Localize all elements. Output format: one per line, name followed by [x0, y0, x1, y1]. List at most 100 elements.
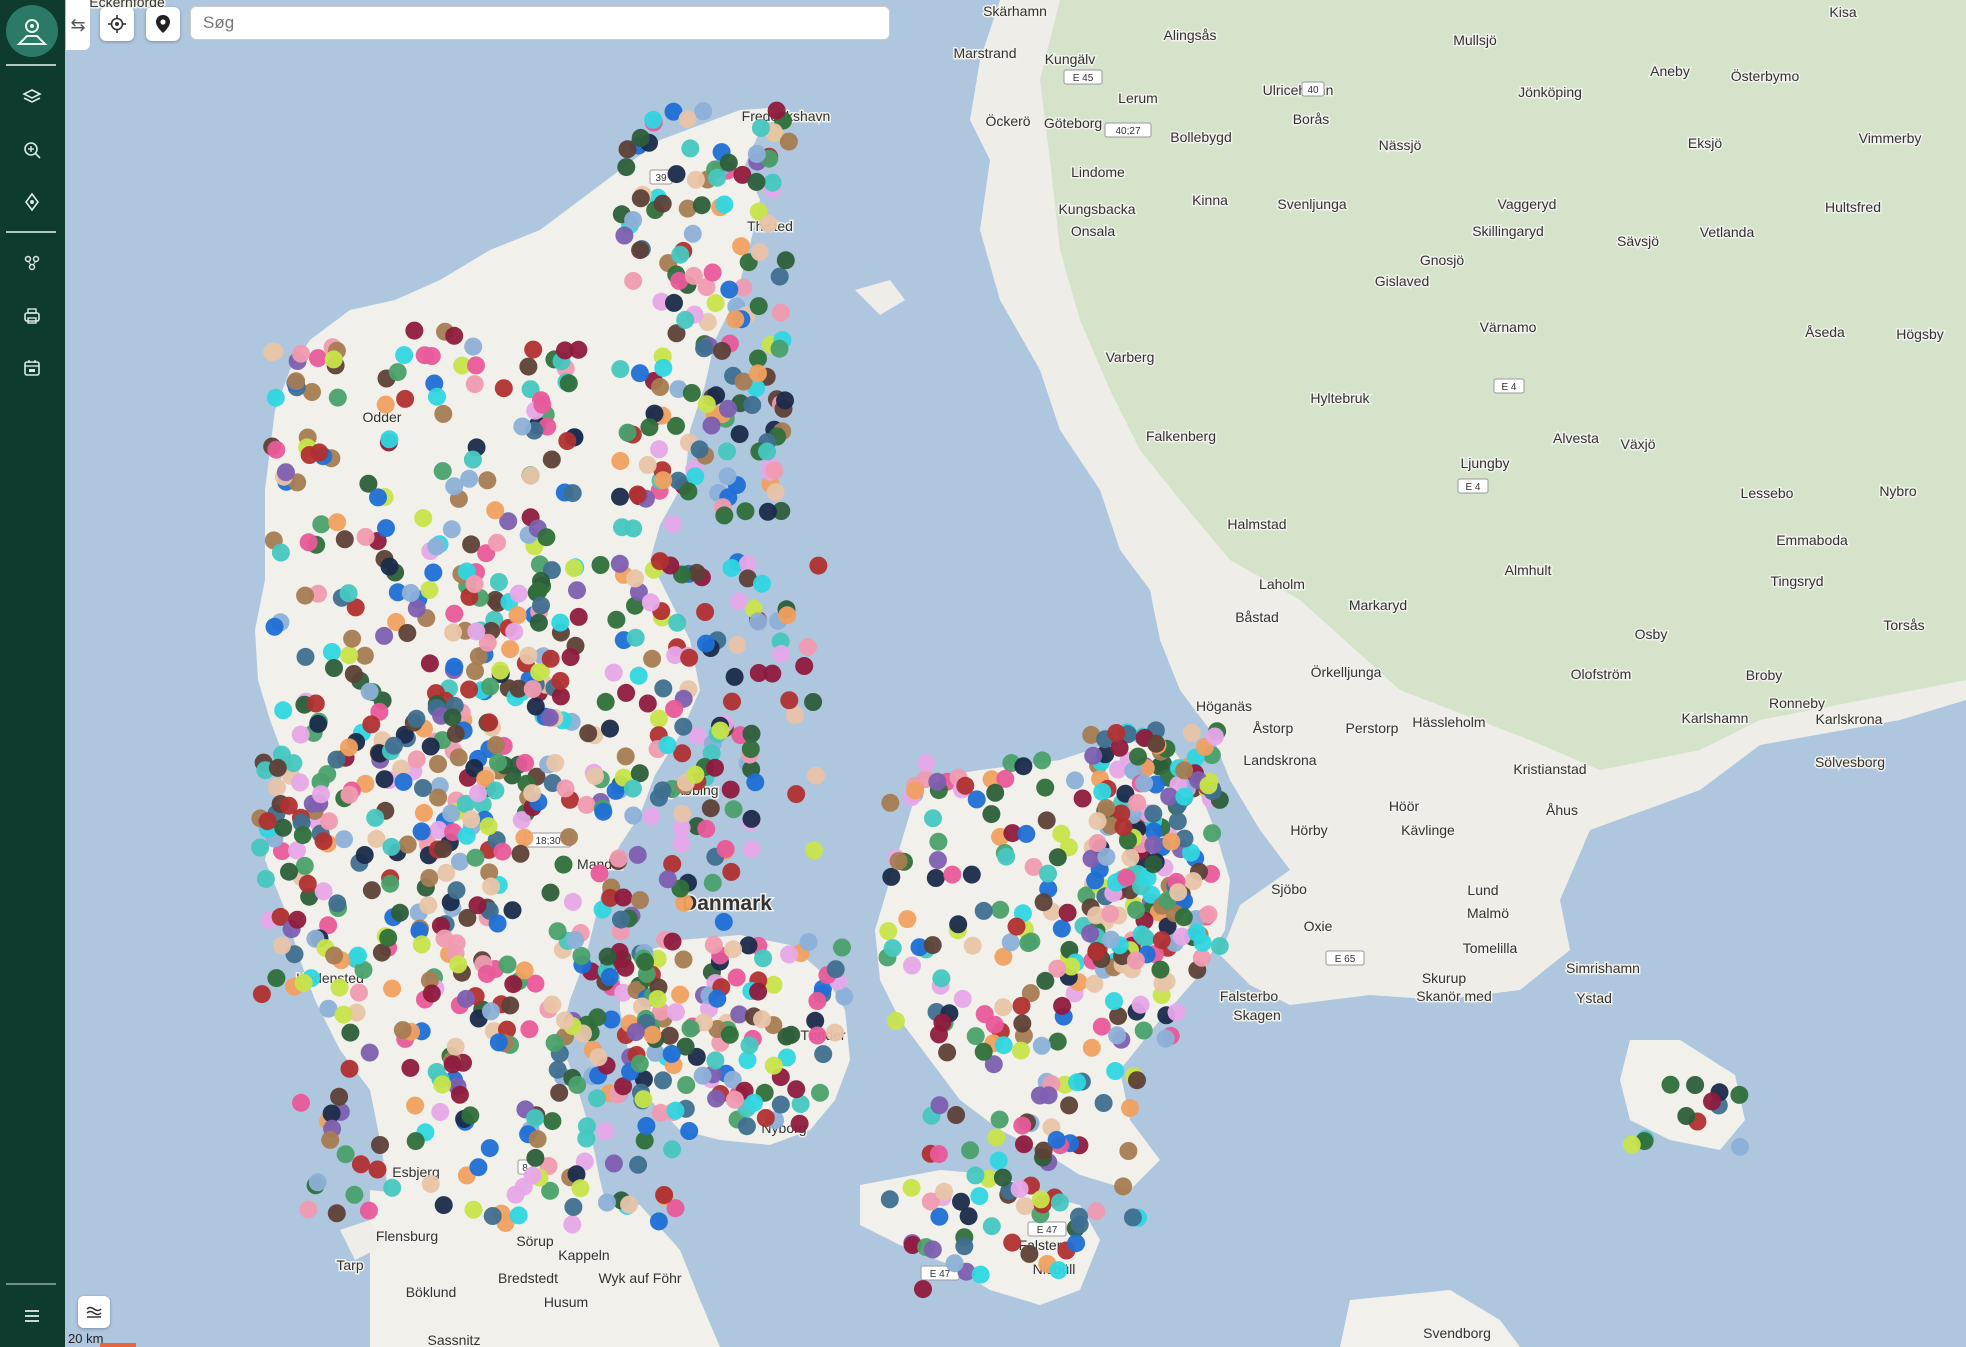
poi-marker[interactable] — [309, 349, 327, 368]
poi-marker[interactable] — [668, 613, 687, 632]
poi-marker[interactable] — [560, 828, 578, 847]
poi-marker[interactable] — [306, 694, 325, 713]
poi-marker[interactable] — [917, 753, 936, 772]
poi-marker[interactable] — [324, 350, 343, 369]
poi-marker[interactable] — [375, 626, 394, 645]
poi-marker[interactable] — [641, 593, 660, 612]
poi-marker[interactable] — [1108, 1026, 1127, 1045]
poi-marker[interactable] — [590, 864, 609, 883]
poi-marker[interactable] — [498, 955, 517, 974]
poi-marker[interactable] — [609, 849, 628, 868]
poi-marker[interactable] — [596, 1122, 615, 1141]
poi-marker[interactable] — [469, 784, 488, 803]
poi-marker[interactable] — [344, 665, 363, 683]
poi-marker[interactable] — [393, 1021, 412, 1040]
poi-marker[interactable] — [624, 211, 643, 229]
poi-marker[interactable] — [640, 418, 659, 437]
zoom-search-icon[interactable] — [12, 130, 52, 170]
poi-marker[interactable] — [434, 840, 453, 858]
poi-marker[interactable] — [362, 881, 381, 900]
poi-marker[interactable] — [994, 1036, 1013, 1055]
poi-marker[interactable] — [686, 170, 705, 189]
poi-marker[interactable] — [629, 666, 648, 685]
poi-marker[interactable] — [359, 1201, 378, 1220]
poi-marker[interactable] — [462, 535, 481, 554]
poi-marker[interactable] — [726, 310, 745, 329]
poi-marker[interactable] — [962, 865, 981, 884]
poi-marker[interactable] — [1039, 864, 1057, 883]
poi-marker[interactable] — [719, 399, 737, 418]
poi-marker[interactable] — [811, 1083, 829, 1102]
poi-marker[interactable] — [742, 724, 761, 743]
swap-arrows-icon[interactable]: ⇆ — [66, 0, 90, 50]
poi-marker[interactable] — [330, 978, 349, 997]
poi-marker[interactable] — [630, 764, 649, 783]
poi-marker[interactable] — [519, 357, 538, 376]
poi-marker[interactable] — [600, 968, 619, 986]
map-pin-icon[interactable] — [146, 7, 180, 41]
poi-marker[interactable] — [486, 501, 505, 520]
poi-marker[interactable] — [814, 1045, 833, 1064]
poi-marker[interactable] — [613, 518, 631, 537]
poi-marker[interactable] — [989, 1151, 1008, 1170]
poi-marker[interactable] — [267, 969, 286, 988]
poi-marker[interactable] — [655, 1186, 674, 1204]
poi-marker[interactable] — [1199, 905, 1218, 924]
poi-marker[interactable] — [1199, 776, 1218, 795]
poi-marker[interactable] — [1144, 835, 1163, 854]
poi-marker[interactable] — [991, 900, 1010, 919]
poi-marker[interactable] — [930, 1096, 949, 1115]
poi-marker[interactable] — [666, 1101, 685, 1120]
poi-marker[interactable] — [559, 374, 578, 393]
poi-marker[interactable] — [477, 964, 496, 983]
poi-marker[interactable] — [758, 442, 777, 461]
poi-marker[interactable] — [508, 606, 527, 625]
poi-marker[interactable] — [961, 1141, 980, 1160]
poi-marker[interactable] — [737, 1117, 756, 1136]
poi-marker[interactable] — [273, 936, 291, 955]
poi-marker[interactable] — [742, 840, 761, 859]
poi-marker[interactable] — [546, 754, 565, 772]
poi-marker[interactable] — [577, 1117, 596, 1136]
poi-marker[interactable] — [384, 736, 403, 755]
poi-marker[interactable] — [1121, 848, 1140, 867]
poi-marker[interactable] — [626, 628, 645, 647]
poi-marker[interactable] — [556, 779, 575, 798]
poi-marker[interactable] — [654, 1071, 672, 1090]
poi-marker[interactable] — [379, 928, 398, 947]
poi-marker[interactable] — [611, 452, 630, 470]
poi-marker[interactable] — [526, 1109, 545, 1127]
poi-marker[interactable] — [480, 1139, 499, 1158]
poi-marker[interactable] — [629, 1155, 648, 1174]
poi-marker[interactable] — [540, 708, 559, 727]
poi-marker[interactable] — [730, 425, 749, 444]
poi-marker[interactable] — [1174, 908, 1193, 927]
poi-marker[interactable] — [721, 780, 740, 799]
poi-marker[interactable] — [299, 533, 318, 552]
poi-marker[interactable] — [929, 832, 948, 851]
poi-marker[interactable] — [298, 874, 317, 893]
poi-marker[interactable] — [649, 1212, 668, 1231]
poi-marker[interactable] — [429, 755, 447, 773]
poi-marker[interactable] — [1012, 996, 1031, 1015]
poi-marker[interactable] — [945, 1254, 964, 1273]
poi-marker[interactable] — [401, 1058, 420, 1077]
poi-marker[interactable] — [577, 795, 596, 814]
poi-marker[interactable] — [663, 855, 682, 873]
poi-marker[interactable] — [648, 990, 667, 1009]
poi-marker[interactable] — [628, 485, 647, 504]
poi-marker[interactable] — [651, 552, 669, 571]
poi-marker[interactable] — [667, 165, 686, 184]
poi-marker[interactable] — [1081, 924, 1100, 943]
poi-marker[interactable] — [678, 110, 697, 129]
poi-marker[interactable] — [1053, 996, 1072, 1015]
poi-marker[interactable] — [808, 1026, 827, 1045]
poi-marker[interactable] — [982, 805, 1001, 824]
poi-marker[interactable] — [296, 586, 315, 605]
poi-marker[interactable] — [465, 575, 484, 594]
poi-marker[interactable] — [1109, 760, 1127, 779]
poi-marker[interactable] — [328, 388, 347, 407]
poi-marker[interactable] — [414, 803, 433, 822]
poi-marker[interactable] — [528, 1130, 547, 1149]
poi-marker[interactable] — [450, 1085, 469, 1104]
